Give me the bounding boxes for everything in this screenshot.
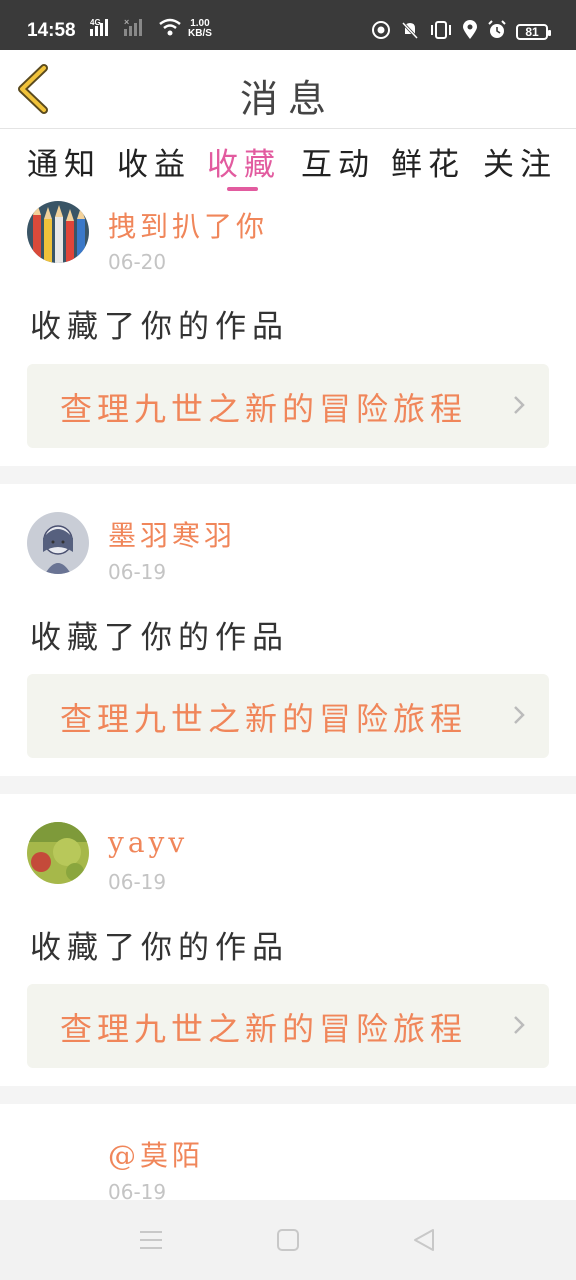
page-title: 消息: [239, 77, 336, 121]
card-divider: [0, 1086, 576, 1104]
work-link[interactable]: 查理九世之新的冒险旅程: [27, 984, 549, 1068]
do-not-disturb-icon: [371, 20, 391, 44]
tab-flowers[interactable]: 鲜花: [391, 139, 465, 184]
chevron-right-icon: [514, 706, 525, 724]
message-card: 拽到扒了你 06-20 收藏了你的作品 查理九世之新的冒险旅程: [0, 193, 576, 466]
message-card: yayv 06-19 收藏了你的作品 查理九世之新的冒险旅程: [0, 794, 576, 1086]
wifi-icon: [158, 18, 182, 40]
username[interactable]: @莫陌: [108, 1134, 204, 1174]
work-link[interactable]: 查理九世之新的冒险旅程: [27, 364, 549, 448]
network-speed-unit: KB/S: [188, 28, 212, 39]
tab-interactions[interactable]: 互动: [301, 139, 375, 184]
message-action: 收藏了你的作品: [30, 309, 289, 345]
back-triangle-icon[interactable]: [412, 1228, 436, 1252]
username[interactable]: yayv: [108, 826, 188, 859]
message-card: @莫陌 06-19: [0, 1104, 576, 1204]
message-date: 06-19: [108, 560, 167, 584]
tab-earnings[interactable]: 收益: [117, 139, 191, 184]
alarm-icon: [487, 20, 507, 44]
message-date: 06-20: [108, 250, 167, 274]
status-time: 14:58: [27, 20, 76, 41]
app-header: 消息: [0, 50, 576, 129]
mute-icon: [400, 20, 420, 44]
message-action: 收藏了你的作品: [30, 620, 289, 656]
battery-indicator: 81: [516, 24, 551, 40]
svg-text:4G: 4G: [90, 18, 101, 27]
system-nav-bar: [0, 1200, 576, 1280]
avatar[interactable]: [27, 822, 89, 884]
work-title: 查理九世之新的冒险旅程: [60, 390, 468, 428]
signal-group: 4G ×: [90, 17, 182, 40]
home-icon[interactable]: [276, 1228, 300, 1252]
location-icon: [462, 20, 478, 44]
tab-following[interactable]: 关注: [483, 139, 557, 184]
avatar[interactable]: [27, 512, 89, 574]
status-bar: 14:58 4G × 1.00 KB/S 81: [0, 0, 576, 50]
vibrate-icon: [429, 20, 453, 44]
work-title: 查理九世之新的冒险旅程: [60, 700, 468, 738]
chevron-right-icon: [514, 396, 525, 414]
tab-notifications[interactable]: 通知: [27, 139, 101, 184]
message-date: 06-19: [108, 870, 167, 894]
avatar[interactable]: [27, 201, 89, 263]
status-icons-right: 81: [371, 20, 551, 44]
message-card: 墨羽寒羽 06-19 收藏了你的作品 查理九世之新的冒险旅程: [0, 484, 576, 776]
work-title: 查理九世之新的冒险旅程: [60, 1010, 468, 1048]
svg-text:×: ×: [124, 18, 129, 27]
message-action: 收藏了你的作品: [30, 930, 289, 966]
username[interactable]: 墨羽寒羽: [108, 514, 236, 554]
tab-bar: 通知 收益 收藏 互动 鲜花 关注: [0, 129, 576, 193]
network-speed: 1.00 KB/S: [188, 19, 212, 39]
cellular-signal-icon: 4G: [90, 18, 116, 40]
menu-icon[interactable]: [139, 1229, 163, 1251]
active-tab-indicator: [227, 187, 258, 191]
card-divider: [0, 466, 576, 484]
tab-favorites[interactable]: 收藏: [207, 139, 281, 184]
card-divider: [0, 776, 576, 794]
work-link[interactable]: 查理九世之新的冒险旅程: [27, 674, 549, 758]
chevron-right-icon: [514, 1016, 525, 1034]
username[interactable]: 拽到扒了你: [108, 205, 268, 245]
no-signal-icon: ×: [124, 17, 150, 40]
